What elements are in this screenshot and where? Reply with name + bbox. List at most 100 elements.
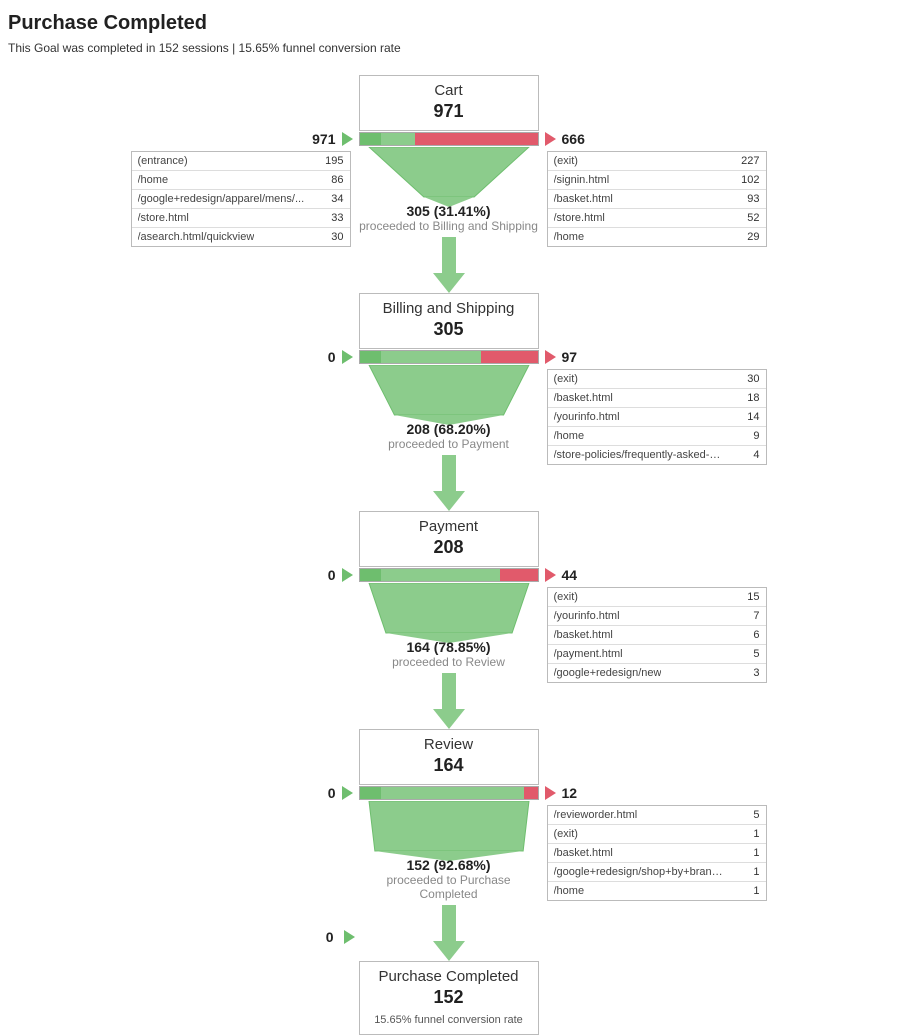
path-label: /store.html (554, 212, 605, 224)
path-count: 6 (753, 629, 759, 641)
table-row[interactable]: (exit) 15 (548, 588, 766, 607)
exit-arrow-icon (545, 568, 556, 582)
path-count: 1 (753, 847, 759, 859)
exit-count: 12 (562, 785, 598, 801)
path-label: /google+redesign/shop+by+brand... (554, 866, 724, 878)
funnel-chart: Cart 971 971 666 (entrance) 195 /home 86… (8, 75, 889, 985)
path-label: /yourinfo.html (554, 610, 620, 622)
exit-count: 44 (562, 567, 598, 583)
path-count: 30 (331, 231, 343, 243)
step-title: Review (368, 736, 530, 753)
table-row[interactable]: /basket.html 1 (548, 844, 766, 863)
path-count: 30 (747, 373, 759, 385)
exit-column (539, 293, 759, 341)
path-count: 102 (741, 174, 759, 186)
exit-column (539, 511, 759, 559)
path-label: (exit) (554, 373, 578, 385)
proceed-bar (359, 786, 539, 800)
step-bar-row: 0 44 (300, 567, 598, 583)
entry-count: 0 (300, 349, 336, 365)
entry-column (139, 729, 359, 777)
table-row[interactable]: /basket.html 18 (548, 389, 766, 408)
path-count: 1 (753, 885, 759, 897)
step-count: 971 (368, 101, 530, 122)
table-row[interactable]: (entrance) 195 (132, 152, 350, 171)
exit-paths-table: (exit) 30 /basket.html 18 /yourinfo.html… (547, 369, 767, 465)
table-row[interactable]: /store.html 33 (132, 209, 350, 228)
exit-column (539, 729, 759, 777)
table-row[interactable]: /home 86 (132, 171, 350, 190)
path-count: 195 (325, 155, 343, 167)
path-count: 4 (753, 449, 759, 461)
entry-count: 0 (300, 785, 336, 801)
table-row[interactable]: (exit) 30 (548, 370, 766, 389)
table-row[interactable]: (exit) 227 (548, 152, 766, 171)
table-row[interactable]: /basket.html 6 (548, 626, 766, 645)
table-row[interactable]: /home 1 (548, 882, 766, 900)
path-count: 33 (331, 212, 343, 224)
exit-arrow-icon (545, 132, 556, 146)
path-count: 7 (753, 610, 759, 622)
step-count: 208 (368, 537, 530, 558)
entry-arrow-icon (342, 568, 353, 582)
page-subhead: This Goal was completed in 152 sessions … (8, 41, 889, 55)
funnel-step: Cart 971 (8, 75, 889, 131)
table-row[interactable]: /google+redesign/apparel/mens/... 34 (132, 190, 350, 209)
path-count: 93 (747, 193, 759, 205)
table-row[interactable]: /store.html 52 (548, 209, 766, 228)
table-row[interactable]: /payment.html 5 (548, 645, 766, 664)
path-label: /yourinfo.html (554, 411, 620, 423)
entry-paths-table: (entrance) 195 /home 86 /google+redesign… (131, 151, 351, 247)
table-row[interactable]: (exit) 1 (548, 825, 766, 844)
step-count: 305 (368, 319, 530, 340)
table-row[interactable]: /signin.html 102 (548, 171, 766, 190)
table-row[interactable]: /asearch.html/quickview 30 (132, 228, 350, 246)
step-box[interactable]: Payment 208 (359, 511, 539, 567)
path-label: (exit) (554, 591, 578, 603)
step-bar-row: 0 97 (300, 349, 598, 365)
step-box[interactable]: Cart 971 (359, 75, 539, 131)
proceed-label: 208 (68.20%) proceeded to Payment (388, 421, 509, 451)
step-title: Cart (368, 82, 530, 99)
path-label: /asearch.html/quickview (138, 231, 255, 243)
step-box[interactable]: Review 164 (359, 729, 539, 785)
path-count: 14 (747, 411, 759, 423)
step-title: Billing and Shipping (368, 300, 530, 317)
path-label: /home (554, 885, 585, 897)
final-conversion-rate: 15.65% funnel conversion rate (368, 1014, 530, 1026)
exit-arrow-icon (545, 786, 556, 800)
proceed-bar (359, 350, 539, 364)
path-label: /google+redesign/apparel/mens/... (138, 193, 305, 205)
step-box[interactable]: Billing and Shipping 305 (359, 293, 539, 349)
table-row[interactable]: /yourinfo.html 14 (548, 408, 766, 427)
funnel-step: Payment 208 (8, 511, 889, 567)
table-row[interactable]: /basket.html 93 (548, 190, 766, 209)
table-row[interactable]: /revieworder.html 5 (548, 806, 766, 825)
table-row[interactable]: /home 29 (548, 228, 766, 246)
proceed-label: 164 (78.85%) proceeded to Review (392, 639, 505, 669)
table-row[interactable]: /google+redesign/shop+by+brand... 1 (548, 863, 766, 882)
path-label: /basket.html (554, 193, 613, 205)
path-label: (entrance) (138, 155, 188, 167)
entry-column (139, 511, 359, 559)
path-count: 52 (747, 212, 759, 224)
entry-column (139, 75, 359, 123)
path-label: /store-policies/frequently-asked-q... (554, 449, 724, 461)
table-row[interactable]: /yourinfo.html 7 (548, 607, 766, 626)
path-count: 29 (747, 231, 759, 243)
entry-arrow-icon (342, 132, 353, 146)
path-label: /revieworder.html (554, 809, 638, 821)
entry-arrow-icon (342, 786, 353, 800)
path-count: 3 (753, 667, 759, 679)
table-row[interactable]: /store-policies/frequently-asked-q... 4 (548, 446, 766, 464)
path-count: 227 (741, 155, 759, 167)
exit-paths-table: (exit) 15 /yourinfo.html 7 /basket.html … (547, 587, 767, 683)
table-row[interactable]: /home 9 (548, 427, 766, 446)
path-label: /basket.html (554, 629, 613, 641)
table-row[interactable]: /google+redesign/new 3 (548, 664, 766, 682)
proceed-label: 305 (31.41%) proceeded to Billing and Sh… (359, 203, 538, 233)
path-label: (exit) (554, 828, 578, 840)
path-label: /payment.html (554, 648, 623, 660)
step-bar-row: 971 666 (300, 131, 598, 147)
path-label: /home (554, 430, 585, 442)
